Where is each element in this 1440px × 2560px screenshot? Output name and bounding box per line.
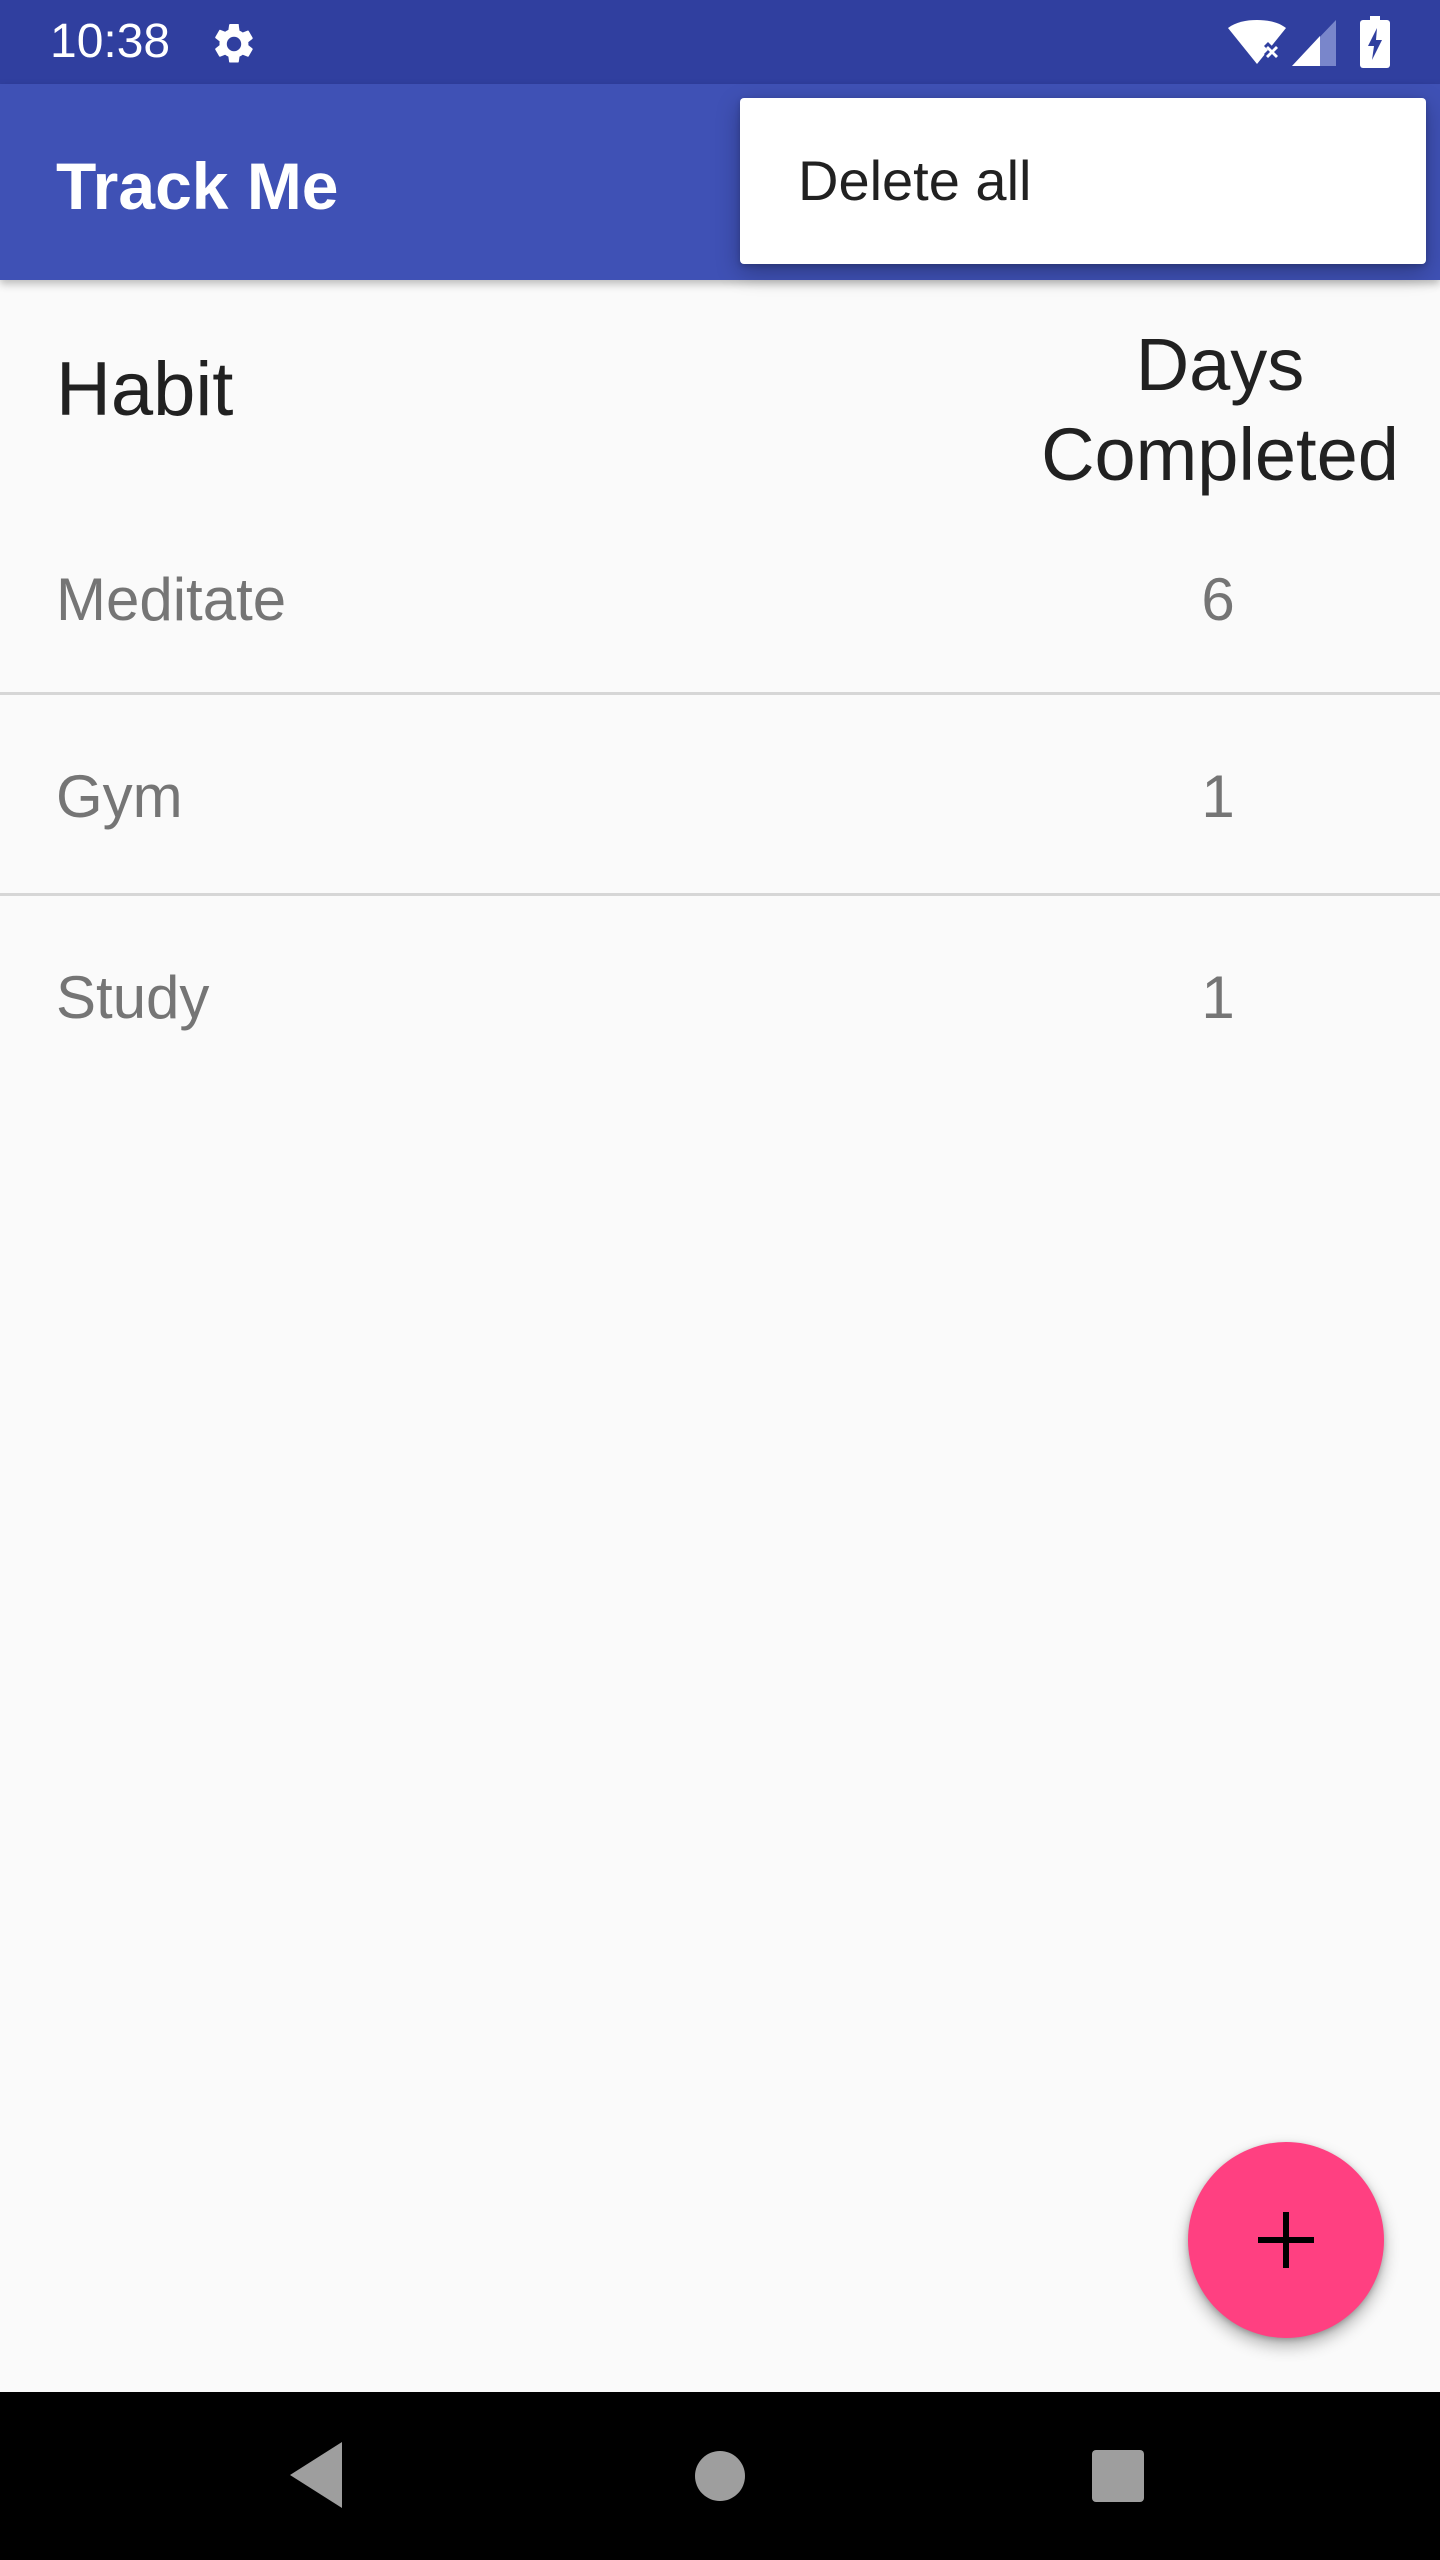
add-habit-button[interactable] xyxy=(1188,2142,1384,2338)
habit-name: Study xyxy=(56,964,210,1031)
overflow-menu: Delete all xyxy=(740,98,1426,264)
screen: 10:38 Track Me Habit Days Completed Medi… xyxy=(0,0,1440,2560)
status-time: 10:38 xyxy=(50,15,171,68)
days-completed: 6 xyxy=(1201,566,1235,633)
column-header-days-completed: Days Completed xyxy=(1020,320,1420,500)
back-icon[interactable] xyxy=(290,2442,346,2508)
habit-row[interactable]: Study 1 xyxy=(0,896,1440,1096)
plus-icon xyxy=(1258,2212,1314,2268)
menu-item-label: Delete all xyxy=(798,149,1032,212)
gear-icon xyxy=(215,23,253,63)
battery-charging-icon xyxy=(1360,16,1390,68)
status-bar: 10:38 xyxy=(0,0,1440,84)
menu-item-delete-all[interactable]: Delete all xyxy=(740,98,1426,264)
app-title: Track Me xyxy=(56,149,339,223)
habit-row[interactable]: Gym 1 xyxy=(0,695,1440,895)
wifi-icon xyxy=(1228,20,1286,64)
signal-icon xyxy=(1292,20,1336,66)
navigation-bar xyxy=(0,2392,1440,2560)
home-icon[interactable] xyxy=(694,2450,746,2502)
recents-icon[interactable] xyxy=(1092,2450,1144,2502)
column-header-days-line2: Completed xyxy=(1041,413,1399,496)
column-header-habit: Habit xyxy=(56,347,234,432)
habit-name: Gym xyxy=(56,763,183,830)
days-completed: 1 xyxy=(1201,964,1235,1031)
habit-name: Meditate xyxy=(56,566,287,633)
habit-row[interactable]: Meditate 6 xyxy=(0,520,1440,720)
column-header-days-line1: Days xyxy=(1135,323,1305,406)
days-completed: 1 xyxy=(1201,763,1235,830)
